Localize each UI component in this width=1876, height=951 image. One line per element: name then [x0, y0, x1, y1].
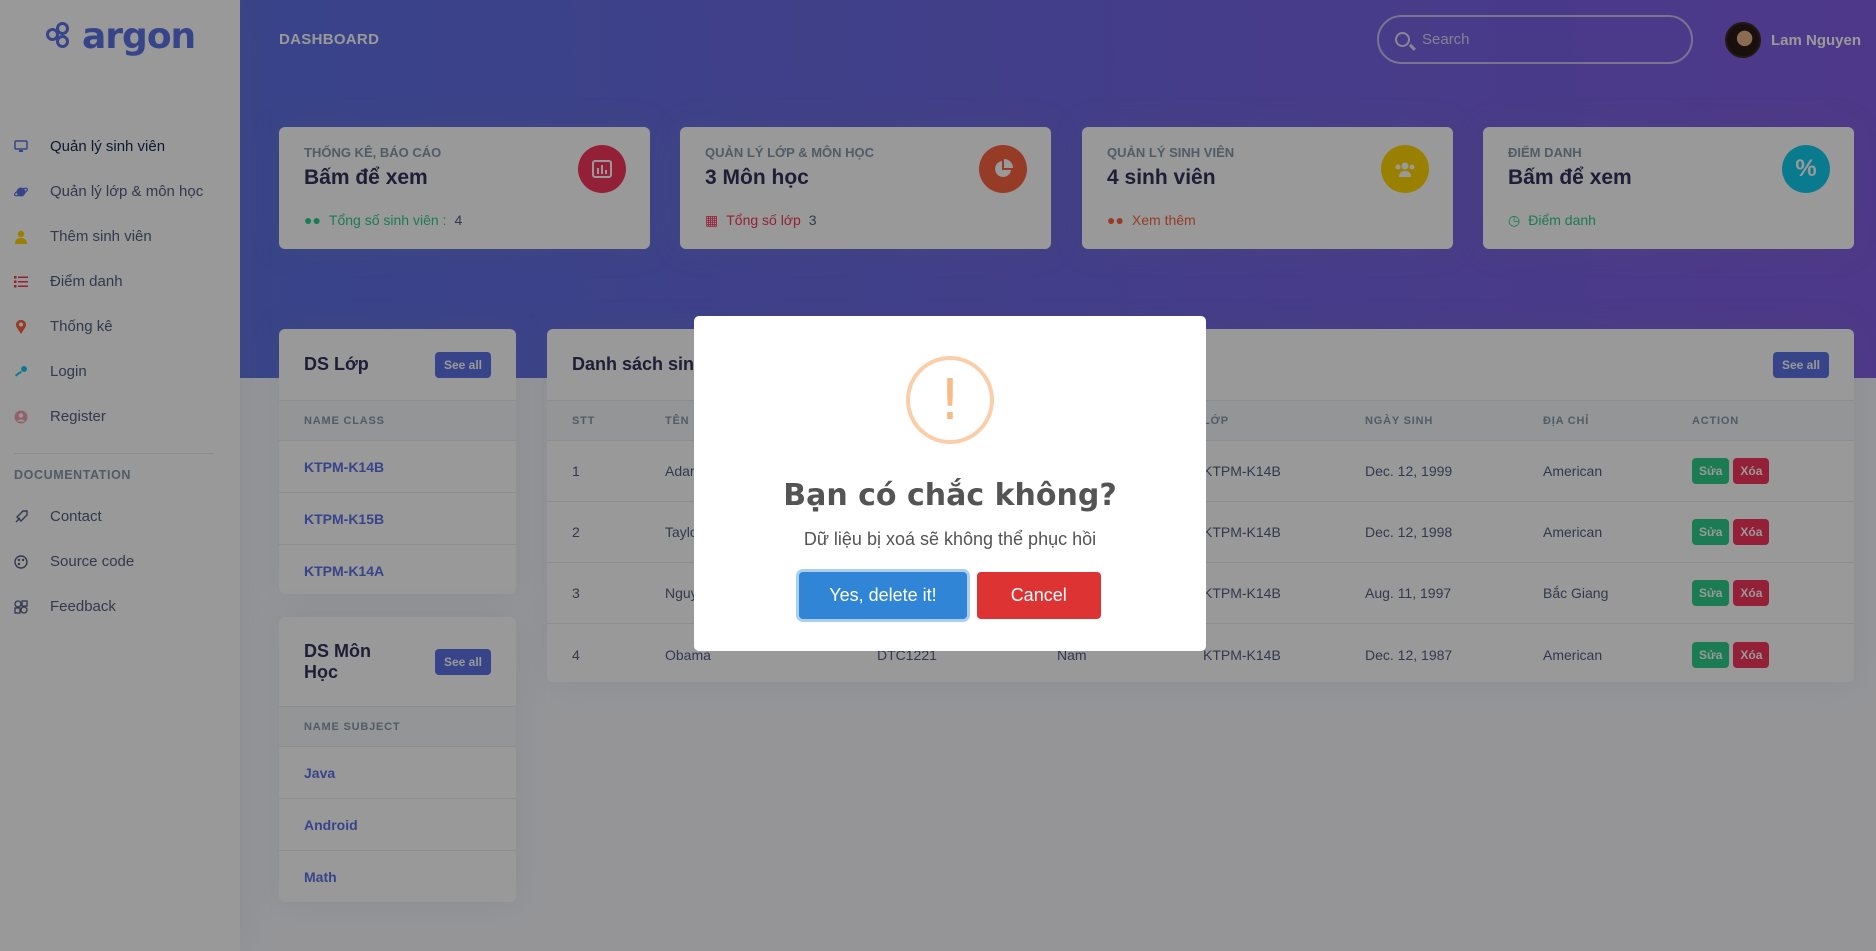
cancel-button[interactable]: Cancel [976, 572, 1101, 619]
warning-icon: ! [906, 356, 994, 444]
confirm-dialog: ! Bạn có chắc không? Dữ liệu bị xoá sẽ k… [694, 316, 1206, 651]
dialog-title: Bạn có chắc không? [783, 478, 1117, 513]
confirm-delete-button[interactable]: Yes, delete it! [799, 572, 967, 619]
dialog-text: Dữ liệu bị xoá sẽ không thể phục hồi [803, 529, 1097, 549]
dialog-actions: Yes, delete it! Cancel [694, 572, 1206, 619]
